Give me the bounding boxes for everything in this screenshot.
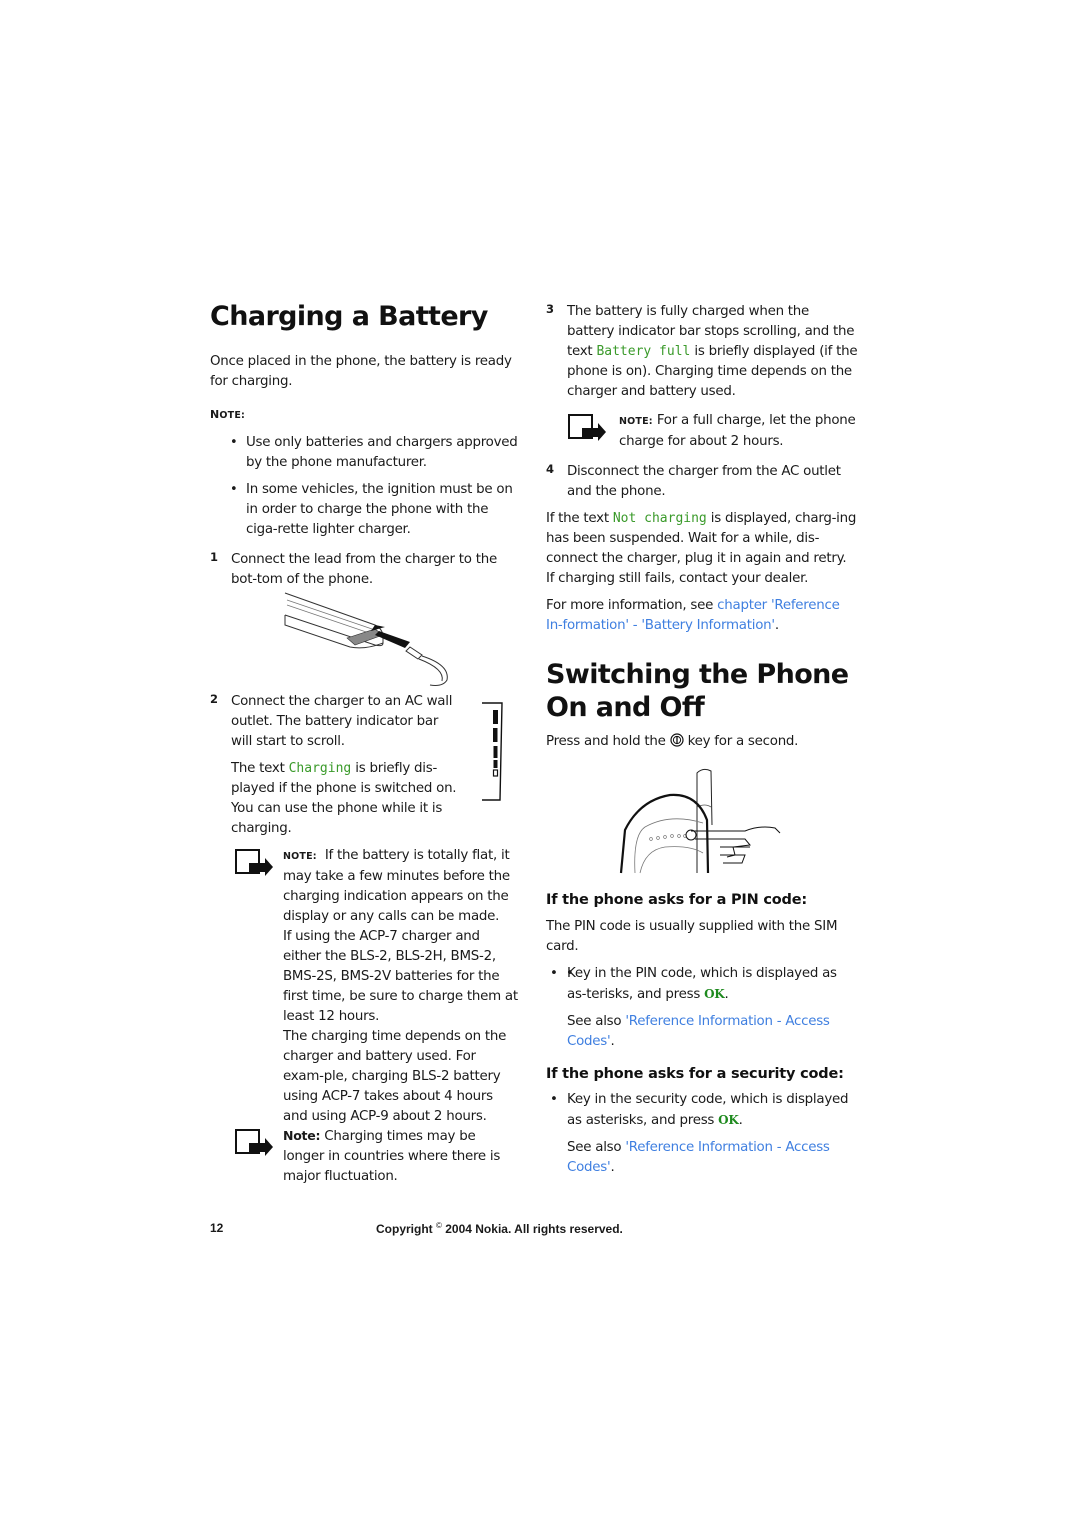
pin-intro: The PIN code is usually supplied with th… xyxy=(546,919,838,954)
note-icon xyxy=(235,849,273,876)
page-title: Charging a Battery xyxy=(210,301,488,332)
intro-text: Once placed in the phone, the battery is… xyxy=(210,354,512,389)
step-2: 2 Connect the charger to an AC wall outl… xyxy=(210,692,460,839)
bullet-item: Use only batteries and chargers approved… xyxy=(210,433,520,473)
battery-indicator-icon xyxy=(482,702,503,801)
page-number: 12 xyxy=(210,1221,224,1235)
note-full-charge: NOTE: For a full charge, let the phone c… xyxy=(546,411,858,452)
press-hold-text: Press and hold the key for a second. xyxy=(546,733,799,749)
copyright: Copyright © 2004 Nokia. All rights reser… xyxy=(376,1221,623,1236)
code-sections: If the phone asks for a PIN code: The PI… xyxy=(546,890,858,1178)
note-charging-times: Note: Charging times may be longer in co… xyxy=(210,1126,520,1187)
pin-see-also: See also 'Reference Information - Access… xyxy=(567,1014,830,1049)
more-info-text: For more information, see chapter 'Refer… xyxy=(546,598,840,633)
ok-key: OK xyxy=(704,987,725,1001)
step-4: 4 Disconnect the charger from the AC out… xyxy=(546,462,841,499)
note-flat-battery: NOTE: If the battery is totally flat, it… xyxy=(210,846,520,1127)
pin-bullet: •Key in the PIN code, which is displayed… xyxy=(546,964,858,1005)
ok-key: OK xyxy=(718,1113,739,1127)
step-1: 1 Connect the lead from the charger to t… xyxy=(210,550,497,587)
security-see-also: See also 'Reference Information - Access… xyxy=(567,1140,830,1175)
security-heading: If the phone asks for a security code: xyxy=(546,1066,844,1082)
note-label: NOTE: xyxy=(210,408,246,421)
charging-text: The text Charging is briefly dis-played … xyxy=(231,761,457,836)
right-column: 3 The battery is fully charged when the … xyxy=(546,302,858,752)
security-bullet: • Key in the security code, which is disp… xyxy=(550,1092,849,1128)
power-key-icon xyxy=(669,733,684,747)
left-column: Charging a Battery Once placed in the ph… xyxy=(210,300,520,590)
charger-illustration xyxy=(284,592,448,686)
step-3: 3 The battery is fully charged when the … xyxy=(546,302,858,399)
power-on-illustration xyxy=(619,768,781,874)
not-charging-text: If the text Not charging is displayed, c… xyxy=(546,511,857,586)
pin-heading: If the phone asks for a PIN code: xyxy=(546,892,807,908)
note-icon xyxy=(568,414,606,441)
note-icon xyxy=(235,1129,273,1156)
section-title-switching: Switching the Phone On and Off xyxy=(546,659,849,723)
bullet-item: In some vehicles, the ignition must be o… xyxy=(210,480,520,540)
